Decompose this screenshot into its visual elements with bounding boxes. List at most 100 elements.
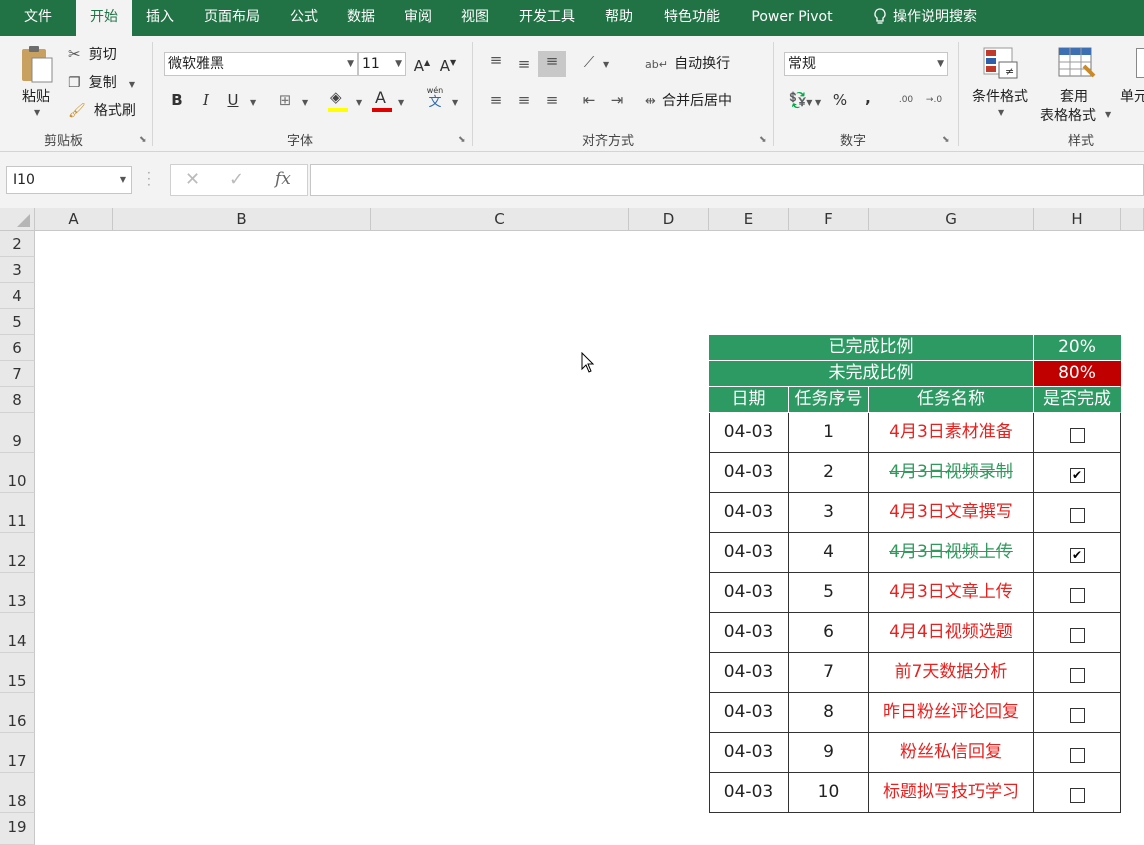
- column-header-c[interactable]: C: [371, 208, 629, 231]
- underline-button[interactable]: U: [224, 90, 242, 110]
- checkbox-checked[interactable]: ✔: [1069, 547, 1085, 563]
- column-header-g[interactable]: G: [869, 208, 1034, 231]
- font-size-combo[interactable]: 11 ▼: [358, 52, 406, 76]
- menu-home[interactable]: 开始: [76, 0, 132, 37]
- row-header[interactable]: 16: [0, 693, 35, 733]
- task-name-cell[interactable]: 4月3日素材准备: [869, 413, 1034, 453]
- checkbox-unchecked[interactable]: [1069, 667, 1085, 683]
- column-header-d[interactable]: D: [629, 208, 709, 231]
- font-color-button[interactable]: A: [370, 88, 394, 114]
- task-number-cell[interactable]: 4: [789, 533, 869, 573]
- task-status-cell[interactable]: [1034, 413, 1121, 453]
- clipboard-launcher-icon[interactable]: ⬊: [139, 135, 147, 145]
- format-as-table-button[interactable]: 套用 表格格式 ▼: [1040, 44, 1116, 126]
- row-header[interactable]: 12: [0, 533, 35, 573]
- menu-view[interactable]: 视图: [451, 0, 499, 36]
- task-date-cell[interactable]: 04-03: [709, 613, 789, 653]
- checkbox-unchecked[interactable]: [1069, 587, 1085, 603]
- cancel-icon[interactable]: ✕: [185, 169, 200, 190]
- phonetic-button[interactable]: wén 文: [424, 86, 446, 112]
- fill-dropdown-icon[interactable]: ▼: [356, 98, 362, 107]
- increase-indent-icon[interactable]: ⇥: [606, 90, 628, 110]
- row-header[interactable]: 5: [0, 309, 35, 335]
- row-header[interactable]: 17: [0, 733, 35, 773]
- font-color-dropdown-icon[interactable]: ▼: [398, 98, 404, 107]
- row-header[interactable]: 19: [0, 813, 35, 845]
- task-status-cell[interactable]: [1034, 493, 1121, 533]
- row-header[interactable]: 18: [0, 773, 35, 813]
- row-header[interactable]: 10: [0, 453, 35, 493]
- row-header[interactable]: 7: [0, 361, 35, 387]
- row-header[interactable]: 11: [0, 493, 35, 533]
- checkbox-unchecked[interactable]: [1069, 707, 1085, 723]
- number-format-combo[interactable]: 常规 ▼: [784, 52, 948, 76]
- task-status-cell[interactable]: [1034, 733, 1121, 773]
- task-number-cell[interactable]: 3: [789, 493, 869, 533]
- alignment-launcher-icon[interactable]: ⬊: [759, 135, 767, 145]
- border-icon[interactable]: ⊞: [274, 90, 296, 110]
- task-number-cell[interactable]: 10: [789, 773, 869, 813]
- task-status-cell[interactable]: [1034, 573, 1121, 613]
- row-header[interactable]: 15: [0, 653, 35, 693]
- menu-data[interactable]: 数据: [337, 0, 385, 36]
- formula-input[interactable]: [310, 164, 1144, 196]
- task-date-cell[interactable]: 04-03: [709, 533, 789, 573]
- task-name-cell[interactable]: 4月3日视频录制: [869, 453, 1034, 493]
- checkbox-unchecked[interactable]: [1069, 427, 1085, 443]
- checkbox-checked[interactable]: ✔: [1069, 467, 1085, 483]
- copy-button[interactable]: ❐ 复制 ▼: [68, 72, 135, 94]
- menu-developer[interactable]: 开发工具: [509, 0, 585, 36]
- border-dropdown-icon[interactable]: ▼: [302, 98, 308, 107]
- task-name-cell[interactable]: 昨日粉丝评论回复: [869, 693, 1034, 733]
- column-header-e[interactable]: E: [709, 208, 789, 231]
- task-name-cell[interactable]: 4月3日文章上传: [869, 573, 1034, 613]
- italic-button[interactable]: I: [197, 90, 215, 110]
- comma-button[interactable]: ,: [860, 88, 876, 108]
- fill-color-button[interactable]: ◈: [326, 88, 350, 114]
- task-name-cell[interactable]: 粉丝私信回复: [869, 733, 1034, 773]
- row-header[interactable]: 2: [0, 231, 35, 257]
- task-number-cell[interactable]: 1: [789, 413, 869, 453]
- insert-function-icon[interactable]: fx: [275, 169, 291, 189]
- merge-center-button[interactable]: ⇹ 合并后居中 ▼: [645, 90, 812, 112]
- decrease-decimal-icon[interactable]: →.0: [923, 90, 945, 110]
- task-date-cell[interactable]: 04-03: [709, 453, 789, 493]
- task-number-cell[interactable]: 8: [789, 693, 869, 733]
- worksheet-grid[interactable]: A B C D E F G H 2 3 4 5 6 7 8 9 10 11 12…: [0, 208, 1144, 845]
- task-name-cell[interactable]: 前7天数据分析: [869, 653, 1034, 693]
- completed-ratio-value[interactable]: 20%: [1034, 335, 1121, 361]
- currency-dropdown-icon[interactable]: ▼: [815, 98, 821, 107]
- bold-button[interactable]: B: [168, 90, 186, 110]
- task-date-cell[interactable]: 04-03: [709, 733, 789, 773]
- column-header-h[interactable]: H: [1034, 208, 1121, 231]
- percent-button[interactable]: %: [830, 90, 850, 110]
- task-name-cell[interactable]: 4月3日文章撰写: [869, 493, 1034, 533]
- task-date-cell[interactable]: 04-03: [709, 493, 789, 533]
- align-bottom-icon[interactable]: ≡: [538, 51, 566, 77]
- header-date[interactable]: 日期: [709, 387, 789, 413]
- format-painter-button[interactable]: 🖌 格式刷: [68, 100, 136, 122]
- conditional-format-button[interactable]: ≠ 条件格式 ▼: [968, 44, 1034, 126]
- task-date-cell[interactable]: 04-03: [709, 413, 789, 453]
- grow-font-icon[interactable]: A▲: [412, 53, 432, 76]
- cut-button[interactable]: ✂ 剪切: [68, 44, 117, 66]
- align-center-icon[interactable]: ≡: [513, 90, 535, 110]
- checkbox-unchecked[interactable]: [1069, 787, 1085, 803]
- cell-styles-button[interactable]: 单元: [1120, 44, 1144, 126]
- paste-button[interactable]: 粘贴 ▼: [14, 42, 60, 120]
- task-date-cell[interactable]: 04-03: [709, 693, 789, 733]
- checkbox-unchecked[interactable]: [1069, 747, 1085, 763]
- header-task-number[interactable]: 任务序号: [789, 387, 869, 413]
- task-date-cell[interactable]: 04-03: [709, 573, 789, 613]
- menu-file[interactable]: 文件: [10, 0, 66, 36]
- orientation-dropdown-icon[interactable]: ▼: [603, 60, 609, 69]
- wrap-text-button[interactable]: ab↵ 自动换行: [645, 53, 730, 75]
- uncompleted-ratio-label[interactable]: 未完成比例: [709, 361, 1034, 387]
- align-middle-icon[interactable]: ≡: [513, 54, 535, 74]
- task-number-cell[interactable]: 7: [789, 653, 869, 693]
- header-task-name[interactable]: 任务名称: [869, 387, 1034, 413]
- task-number-cell[interactable]: 5: [789, 573, 869, 613]
- task-status-cell[interactable]: ✔: [1034, 533, 1121, 573]
- column-header-f[interactable]: F: [789, 208, 869, 231]
- row-header[interactable]: 4: [0, 283, 35, 309]
